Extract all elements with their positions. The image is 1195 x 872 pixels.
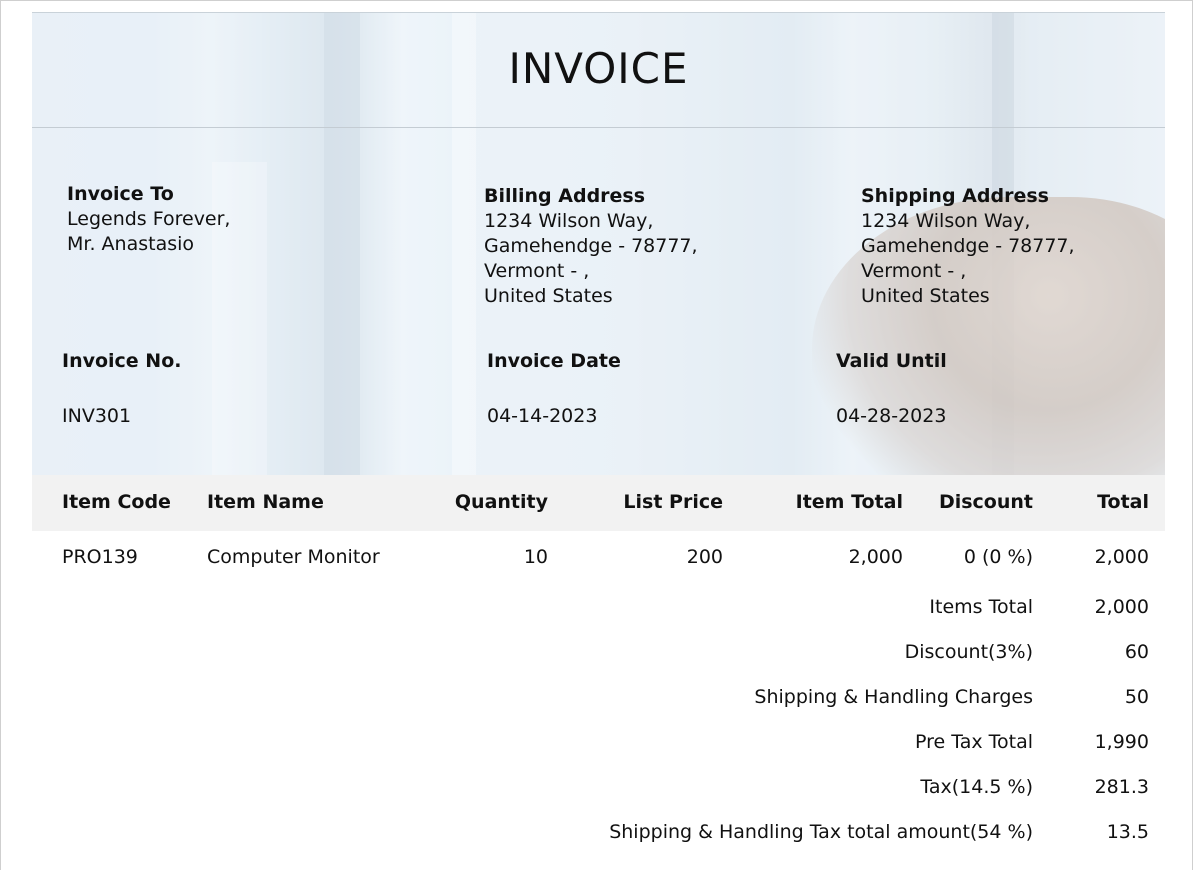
shipping-address-line: Gamehendge - 78777, [861, 235, 1075, 257]
header-discount: Discount [938, 491, 1033, 513]
summary-label: Items Total [929, 596, 1033, 618]
header-item-total: Item Total [795, 491, 903, 513]
summary-value: 13.5 [1106, 821, 1149, 843]
invoice-no-label: Invoice No. [62, 350, 182, 372]
item-total-cell: 2,000 [848, 546, 903, 568]
summary-label: Discount(3%) [904, 641, 1033, 663]
header-quantity: Quantity [454, 491, 548, 513]
summary-label: Tax(14.5 %) [920, 776, 1033, 798]
shipping-address-heading: Shipping Address [861, 185, 1049, 207]
invoice-document: INVOICE Invoice To Legends Forever, Mr. … [32, 12, 1165, 872]
invoice-no-value: INV301 [62, 405, 132, 427]
quantity-cell: 10 [523, 546, 548, 568]
invoice-to-heading: Invoice To [67, 183, 174, 205]
summary-label: Shipping & Handling Tax total amount(54 … [609, 821, 1033, 843]
header-item-name: Item Name [207, 491, 324, 513]
summary-value: 50 [1124, 686, 1149, 708]
invoice-to-block: Invoice To Legends Forever, Mr. Anastasi… [67, 182, 230, 257]
summary-value: 281.3 [1094, 776, 1149, 798]
invoice-to-line: Legends Forever, [67, 208, 231, 230]
billing-address-line: Gamehendge - 78777, [484, 235, 698, 257]
billing-address-line: 1234 Wilson Way, [484, 210, 654, 232]
summary-label: Pre Tax Total [914, 731, 1033, 753]
header-item-code: Item Code [62, 491, 171, 513]
title-divider [32, 127, 1165, 128]
summary-value: 60 [1124, 641, 1149, 663]
shipping-address-line: United States [861, 285, 990, 307]
billing-address-block: Billing Address 1234 Wilson Way, Gamehen… [484, 184, 698, 309]
invoice-title: INVOICE [508, 44, 689, 93]
top-border [32, 12, 1165, 13]
summary-label: Shipping & Handling Charges [754, 686, 1033, 708]
header-list-price: List Price [623, 491, 723, 513]
header-total: Total [1097, 491, 1149, 513]
valid-until-label: Valid Until [836, 350, 947, 372]
discount-cell: 0 (0 %) [963, 546, 1033, 568]
invoice-date-label: Invoice Date [487, 350, 621, 372]
invoice-date-value: 04-14-2023 [487, 405, 598, 427]
summary-value: 2,000 [1094, 596, 1149, 618]
invoice-to-line: Mr. Anastasio [67, 233, 195, 255]
shipping-address-line: Vermont - , [861, 260, 967, 282]
summary-value: 1,990 [1094, 731, 1149, 753]
shipping-address-line: 1234 Wilson Way, [861, 210, 1031, 232]
total-cell: 2,000 [1094, 546, 1149, 568]
list-price-cell: 200 [686, 546, 723, 568]
billing-address-line: United States [484, 285, 613, 307]
valid-until-value: 04-28-2023 [836, 405, 947, 427]
billing-address-line: Vermont - , [484, 260, 590, 282]
shipping-address-block: Shipping Address 1234 Wilson Way, Gamehe… [861, 184, 1075, 309]
billing-address-heading: Billing Address [484, 185, 646, 207]
item-code-cell: PRO139 [62, 546, 138, 568]
item-name-cell: Computer Monitor [207, 546, 380, 568]
